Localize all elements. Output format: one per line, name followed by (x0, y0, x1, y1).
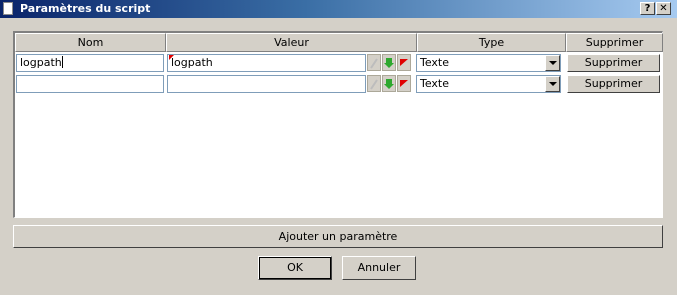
name-value: logpath (20, 56, 62, 69)
edit-button[interactable] (367, 75, 381, 92)
pencil-icon (370, 79, 378, 90)
ok-button[interactable]: OK (258, 256, 332, 280)
value-input[interactable] (167, 75, 366, 93)
marker-button[interactable] (397, 75, 411, 92)
header-name: Nom (15, 33, 166, 52)
type-select[interactable]: Texte (416, 75, 561, 93)
green-down-arrow-icon (384, 58, 394, 68)
type-selected-value: Texte (420, 77, 450, 90)
header-value: Valeur (166, 33, 417, 52)
value-input[interactable]: logpath (167, 54, 366, 72)
help-button[interactable]: ? (640, 2, 655, 15)
name-input[interactable] (16, 75, 164, 93)
dropdown-arrow-icon[interactable] (545, 76, 560, 92)
header-delete: Supprimer (566, 33, 663, 52)
marker-button[interactable] (397, 54, 411, 71)
add-parameter-button[interactable]: Ajouter un paramètre (13, 225, 663, 248)
red-marker-icon (169, 55, 174, 60)
type-selected-value: Texte (420, 56, 450, 69)
header-type: Type (417, 33, 566, 52)
name-input[interactable]: logpath (16, 54, 164, 72)
title-bar: Paramètres du script ? ✕ (0, 0, 677, 18)
window-title: Paramètres du script (20, 2, 151, 15)
cancel-button[interactable]: Annuler (342, 256, 416, 280)
delete-button[interactable]: Supprimer (567, 75, 660, 93)
delete-button[interactable]: Supprimer (567, 54, 660, 72)
green-down-arrow-icon (384, 79, 394, 89)
red-flag-icon (400, 59, 408, 66)
document-icon (3, 2, 13, 15)
close-button[interactable]: ✕ (656, 2, 671, 15)
parameters-table: Nom Valeur Type Supprimer logpath logpat… (13, 31, 663, 218)
value-text: logpath (171, 56, 213, 69)
insert-variable-button[interactable] (382, 54, 396, 71)
type-select[interactable]: Texte (416, 54, 561, 72)
dropdown-arrow-icon[interactable] (545, 55, 560, 71)
red-flag-icon (400, 80, 408, 87)
insert-variable-button[interactable] (382, 75, 396, 92)
text-caret (61, 56, 63, 68)
pencil-icon (370, 58, 378, 69)
edit-button[interactable] (367, 54, 381, 71)
